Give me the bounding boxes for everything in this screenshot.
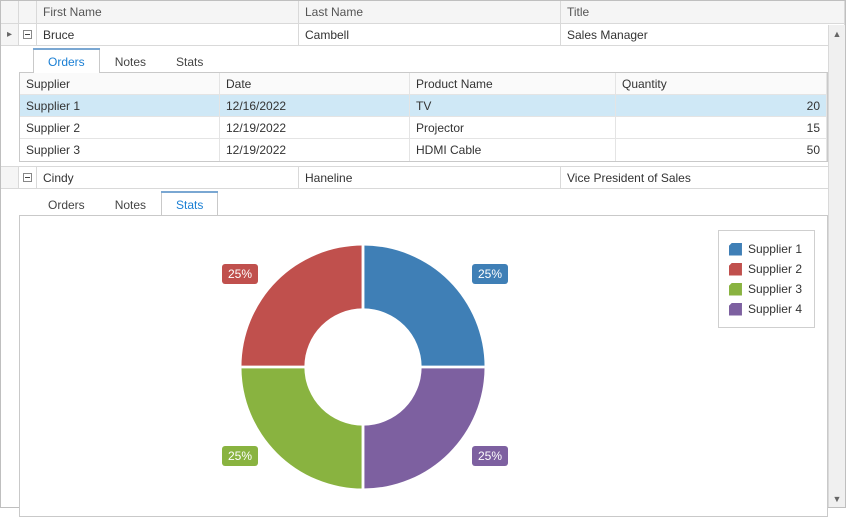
- tab-notes[interactable]: Notes: [100, 192, 161, 216]
- slice-supplier3[interactable]: [241, 367, 363, 489]
- legend-swatch-icon: [729, 283, 742, 296]
- tab-orders[interactable]: Orders: [33, 48, 100, 73]
- orders-row[interactable]: Supplier 2 12/19/2022 Projector 15: [20, 117, 827, 139]
- cell-supplier: Supplier 1: [20, 95, 220, 116]
- pct-label-supplier4: 25%: [472, 446, 508, 466]
- legend-swatch-icon: [729, 303, 742, 316]
- cell-product: HDMI Cable: [410, 139, 616, 161]
- tab-notes[interactable]: Notes: [100, 49, 161, 73]
- cell-first-name: Cindy: [37, 167, 299, 188]
- minus-icon: [23, 173, 32, 182]
- column-header-last-name[interactable]: Last Name: [299, 1, 561, 23]
- master-grid: First Name Last Name Title ▸ Bruce Cambe…: [1, 1, 845, 507]
- cell-title: Vice President of Sales: [561, 167, 845, 188]
- slice-supplier2[interactable]: [241, 245, 363, 367]
- slice-supplier1[interactable]: [363, 245, 485, 367]
- legend-label: Supplier 3: [748, 282, 802, 296]
- tab-stats[interactable]: Stats: [161, 49, 218, 73]
- pct-label-supplier3: 25%: [222, 446, 258, 466]
- tab-orders[interactable]: Orders: [33, 192, 100, 216]
- orders-row[interactable]: Supplier 3 12/19/2022 HDMI Cable 50: [20, 139, 827, 161]
- orders-header-row: Supplier Date Product Name Quantity: [20, 73, 827, 95]
- cell-first-name: Bruce: [37, 24, 299, 45]
- slice-supplier4[interactable]: [363, 367, 485, 489]
- tab-stats[interactable]: Stats: [161, 191, 218, 216]
- grid-header-row: First Name Last Name Title: [1, 1, 845, 24]
- tabs-bruce: Orders Notes Stats: [19, 46, 828, 72]
- legend-label: Supplier 2: [748, 262, 802, 276]
- vertical-scrollbar[interactable]: ▲ ▼: [828, 25, 845, 507]
- grid-row-cindy[interactable]: Cindy Haneline Vice President of Sales: [1, 167, 845, 189]
- column-header-title[interactable]: Title: [561, 1, 845, 23]
- legend-label: Supplier 1: [748, 242, 802, 256]
- pct-label-supplier1: 25%: [472, 264, 508, 284]
- legend-item-supplier4[interactable]: Supplier 4: [729, 299, 802, 319]
- legend-item-supplier2[interactable]: Supplier 2: [729, 259, 802, 279]
- tabs-cindy: Orders Notes Stats: [19, 189, 828, 215]
- row-indicator: [1, 167, 19, 188]
- donut-chart[interactable]: 25% 25% 25% 25%: [220, 224, 506, 510]
- cell-date: 12/16/2022: [220, 95, 410, 116]
- cell-qty: 15: [616, 117, 827, 138]
- expand-toggle[interactable]: [19, 24, 37, 45]
- orders-col-product[interactable]: Product Name: [410, 73, 616, 94]
- row-indicator-header: [1, 1, 19, 23]
- tab-content-orders: Supplier Date Product Name Quantity Supp…: [19, 72, 828, 162]
- cell-last-name: Haneline: [299, 167, 561, 188]
- cell-qty: 20: [616, 95, 827, 116]
- orders-row[interactable]: Supplier 1 12/16/2022 TV 20: [20, 95, 827, 117]
- orders-col-supplier[interactable]: Supplier: [20, 73, 220, 94]
- cell-date: 12/19/2022: [220, 117, 410, 138]
- detail-panel-bruce: Orders Notes Stats Supplier Date Product…: [1, 46, 845, 167]
- grid-row-bruce[interactable]: ▸ Bruce Cambell Sales Manager: [1, 24, 845, 46]
- cell-last-name: Cambell: [299, 24, 561, 45]
- expand-header-spacer: [19, 1, 37, 23]
- minus-icon: [23, 30, 32, 39]
- cell-qty: 50: [616, 139, 827, 161]
- cell-supplier: Supplier 2: [20, 117, 220, 138]
- legend-swatch-icon: [729, 243, 742, 256]
- orders-col-date[interactable]: Date: [220, 73, 410, 94]
- tab-content-stats: 25% 25% 25% 25% Supplier 1 Supplier 2 Su…: [19, 215, 828, 517]
- cell-title: Sales Manager: [561, 24, 845, 45]
- legend-swatch-icon: [729, 263, 742, 276]
- chart-legend: Supplier 1 Supplier 2 Supplier 3 Supplie…: [718, 230, 815, 328]
- cell-product: TV: [410, 95, 616, 116]
- legend-item-supplier3[interactable]: Supplier 3: [729, 279, 802, 299]
- donut-svg: [220, 224, 506, 510]
- cell-supplier: Supplier 3: [20, 139, 220, 161]
- row-indicator: ▸: [1, 24, 19, 45]
- legend-label: Supplier 4: [748, 302, 802, 316]
- expand-toggle[interactable]: [19, 167, 37, 188]
- scroll-down-button[interactable]: ▼: [829, 490, 845, 507]
- orders-col-qty[interactable]: Quantity: [616, 73, 827, 94]
- pct-label-supplier2: 25%: [222, 264, 258, 284]
- cell-product: Projector: [410, 117, 616, 138]
- detail-panel-cindy: Orders Notes Stats 25% 25% 25% 2: [1, 189, 845, 521]
- scroll-up-button[interactable]: ▲: [829, 25, 845, 42]
- column-header-first-name[interactable]: First Name: [37, 1, 299, 23]
- legend-item-supplier1[interactable]: Supplier 1: [729, 239, 802, 259]
- cell-date: 12/19/2022: [220, 139, 410, 161]
